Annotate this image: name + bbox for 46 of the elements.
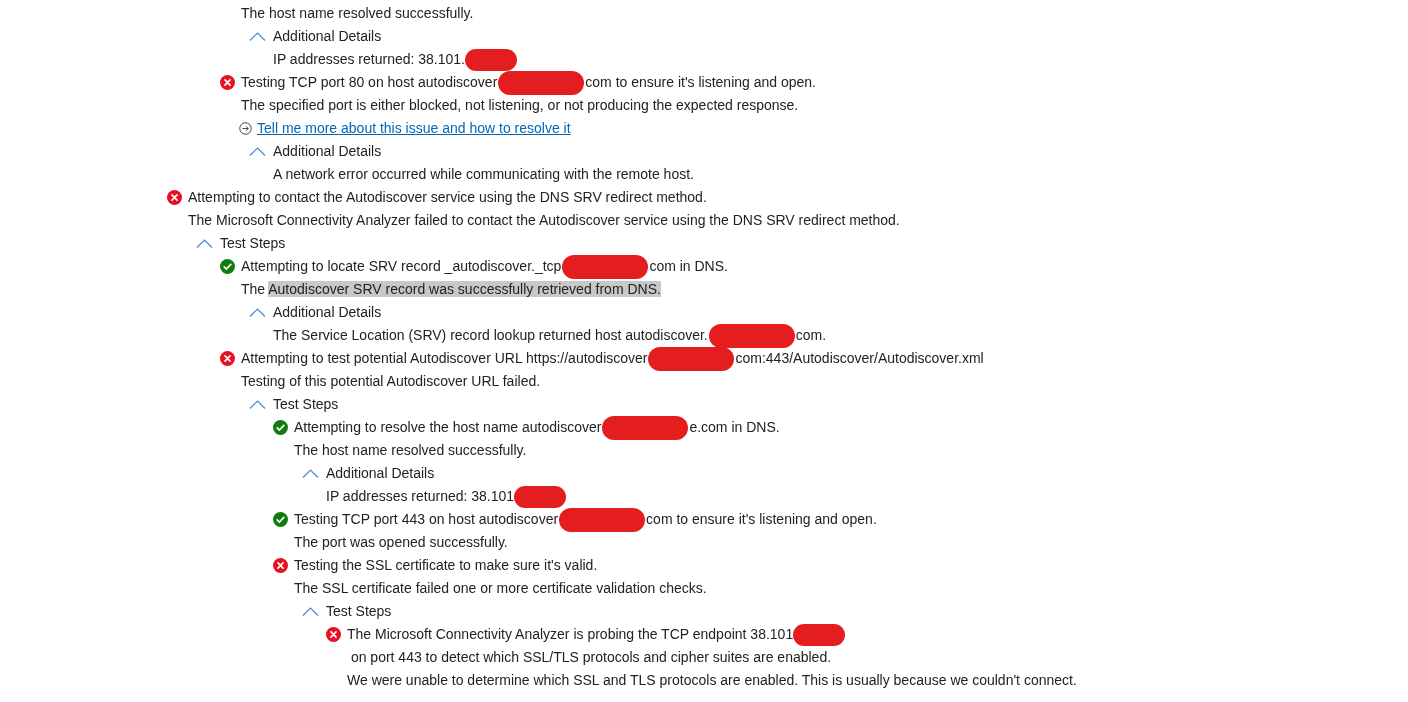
line-text: e.com in DNS. bbox=[689, 419, 780, 435]
chevron-up-icon[interactable] bbox=[249, 147, 266, 156]
line-text: Attempting to resolve the host name autodiscover bbox=[294, 419, 602, 435]
chevron-up-icon[interactable] bbox=[196, 239, 213, 248]
section-heading: Additional Details bbox=[326, 464, 435, 483]
chevron-up-icon[interactable] bbox=[249, 400, 266, 409]
line-text: IP addresses returned: 38.101 bbox=[326, 488, 515, 504]
line-text: Testing of this potential Autodiscover URL failed. bbox=[241, 373, 541, 389]
line-text: com to ensure it's listening and open. bbox=[585, 74, 816, 90]
line-text: on port 443 to detect which SSL/TLS protocols and bbox=[349, 649, 668, 665]
line-text: The bbox=[241, 281, 267, 297]
line-text: Testing the SSL certificate to make sure it's valid. bbox=[294, 557, 598, 573]
line-text: Testing TCP port 443 on host autodiscover bbox=[294, 511, 559, 527]
line-text: The Service Location (SRV) record lookup returned host autodiscover. bbox=[273, 327, 708, 343]
line-text: The host name resolved successfully. bbox=[241, 5, 474, 21]
section-heading: Test Steps bbox=[326, 602, 392, 621]
section-heading: Test Steps bbox=[220, 234, 286, 253]
section-heading: Additional Details bbox=[273, 142, 382, 161]
arrow-circle-icon bbox=[239, 122, 252, 135]
section-heading: Additional Details bbox=[273, 27, 382, 46]
chevron-up-icon[interactable] bbox=[302, 469, 319, 478]
help-link[interactable]: Tell me more about this issue and how to resolve it bbox=[257, 118, 571, 139]
selected-text: Autodiscover SRV record was successfully retrieved from DNS. bbox=[268, 281, 661, 297]
line-text: We were unable to determine which SSL and TLS protocols are enabled. This is usually because we couldn't connect. bbox=[347, 672, 1077, 688]
line-text: com:443/Autodiscover/Autodiscover.xml bbox=[735, 350, 984, 366]
line-text: com in DNS. bbox=[649, 258, 728, 274]
chevron-up-icon[interactable] bbox=[302, 607, 319, 616]
line-text: cipher suites are enabled. bbox=[670, 649, 832, 665]
line-text: The SSL certificate failed one or more certificate validation checks. bbox=[294, 580, 707, 596]
line-text: Attempting to contact the Autodiscover service using the DNS SRV redirect method. bbox=[188, 189, 707, 205]
line-text: IP addresses returned: 38.101. bbox=[273, 51, 465, 67]
line-text: A network error occurred while communicating with the remote host. bbox=[273, 166, 694, 182]
line-text: The host name resolved successfully. bbox=[294, 442, 527, 458]
line-text: com. bbox=[795, 327, 827, 343]
line-text: The port was opened successfully. bbox=[294, 534, 508, 550]
chevron-up-icon[interactable] bbox=[249, 32, 266, 41]
line-text: Attempting to locate SRV record _autodiscover._tcp bbox=[241, 258, 562, 274]
chevron-up-icon[interactable] bbox=[249, 308, 266, 317]
section-heading: Additional Details bbox=[273, 303, 382, 322]
line-text: com to ensure it's listening and open. bbox=[646, 511, 877, 527]
line-text: Testing TCP port 80 on host autodiscover bbox=[241, 74, 498, 90]
line-text: The Microsoft Connectivity Analyzer failed to contact the Autodiscover service using the DNS SRV redirect method. bbox=[188, 212, 900, 228]
line-text: Attempting to test potential Autodiscover URL https://autodiscover bbox=[241, 350, 648, 366]
section-heading: Test Steps bbox=[273, 395, 339, 414]
line-text: The Microsoft Connectivity Analyzer is probing the TCP endpoint 38.101 bbox=[347, 626, 794, 642]
line-text: The specified port is either blocked, not listening, or not producing the expected response. bbox=[241, 97, 799, 113]
